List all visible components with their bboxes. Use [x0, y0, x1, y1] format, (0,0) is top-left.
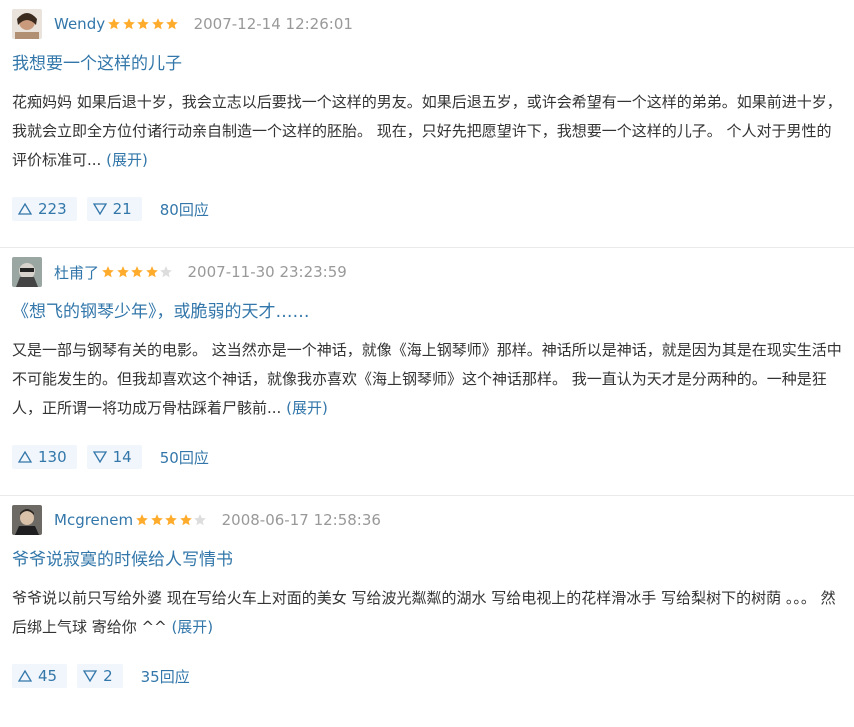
star-filled-icon [145, 266, 158, 278]
review-body-text: 爷爷说以前只写给外婆 现在写给火车上对面的美女 写给波光粼粼的湖水 写给电视上的… [12, 589, 836, 636]
expand-link[interactable]: (展开) [171, 618, 213, 636]
star-empty-icon [194, 514, 206, 526]
star-empty-icon [160, 266, 172, 278]
thumb-down-icon [83, 670, 98, 682]
thumb-down-icon [92, 451, 107, 463]
upvote-button[interactable]: 223 [12, 197, 77, 221]
review-title[interactable]: 爷爷说寂寞的时候给人写情书 [12, 548, 842, 572]
review-body-text: 又是一部与钢琴有关的电影。 这当然亦是一个神话，就像《海上钢琴师》那样。神话所以… [12, 341, 842, 417]
thumb-up-icon [18, 670, 32, 682]
review-header: 杜甫了 2007-11-30 23:23:59 [12, 248, 842, 287]
star-filled-icon [136, 514, 148, 526]
review-item: Wendy 2007-12-14 12:26:01 我想要一个这样的儿子 花痴妈… [0, 0, 854, 221]
star-filled-icon [179, 514, 192, 526]
expand-link[interactable]: (展开) [106, 151, 148, 169]
replies-link[interactable]: 80回应 [160, 199, 209, 220]
thumb-up-icon [18, 451, 32, 463]
downvote-count: 2 [103, 667, 113, 685]
star-filled-icon [116, 266, 129, 278]
review-time: 2007-12-14 12:26:01 [193, 15, 353, 33]
review-title[interactable]: 我想要一个这样的儿子 [12, 52, 842, 76]
star-filled-icon [150, 514, 163, 526]
star-filled-icon [122, 18, 135, 30]
downvote-count: 14 [112, 448, 132, 466]
username-link[interactable]: Wendy [54, 15, 105, 33]
star-filled-icon [151, 18, 164, 30]
upvote-button[interactable]: 45 [12, 664, 68, 688]
username-link[interactable]: Mcgrenem [54, 511, 133, 529]
upvote-button[interactable]: 130 [12, 445, 77, 469]
review-item: 杜甫了 2007-11-30 23:23:59 《想飞的钢琴少年》，或脆弱的天才… [0, 247, 854, 469]
rating-stars [101, 265, 174, 279]
star-filled-icon [166, 18, 178, 30]
downvote-count: 21 [112, 200, 132, 218]
review-actions: 130 14 50回应 [12, 445, 842, 469]
review-header: Wendy 2007-12-14 12:26:01 [12, 0, 842, 39]
star-filled-icon [165, 514, 177, 526]
review-list: Wendy 2007-12-14 12:26:01 我想要一个这样的儿子 花痴妈… [0, 0, 854, 688]
review-excerpt: 花痴妈妈 如果后退十岁，我会立志以后要找一个这样的男友。如果后退五岁，或许会希望… [12, 88, 842, 175]
upvote-count: 130 [38, 448, 67, 466]
thumb-down-icon [92, 203, 107, 215]
username-link[interactable]: 杜甫了 [54, 262, 99, 283]
review-item: Mcgrenem 2008-06-17 12:58:36 爷爷说寂寞的时候给人写… [0, 495, 854, 688]
replies-link[interactable]: 35回应 [141, 666, 190, 687]
rating-stars [107, 17, 180, 31]
star-filled-icon [108, 18, 120, 30]
thumb-up-icon [18, 203, 32, 215]
replies-link[interactable]: 50回应 [160, 447, 209, 468]
review-time: 2007-11-30 23:23:59 [187, 263, 347, 281]
review-title[interactable]: 《想飞的钢琴少年》，或脆弱的天才…… [12, 300, 842, 324]
user-avatar[interactable] [12, 257, 42, 287]
star-filled-icon [131, 266, 143, 278]
expand-link[interactable]: (展开) [286, 399, 328, 417]
star-filled-icon [137, 18, 149, 30]
user-avatar[interactable] [12, 505, 42, 535]
star-filled-icon [102, 266, 114, 278]
downvote-button[interactable]: 14 [86, 445, 142, 469]
review-header: Mcgrenem 2008-06-17 12:58:36 [12, 496, 842, 535]
review-time: 2008-06-17 12:58:36 [221, 511, 381, 529]
upvote-count: 223 [38, 200, 67, 218]
review-excerpt: 爷爷说以前只写给外婆 现在写给火车上对面的美女 写给波光粼粼的湖水 写给电视上的… [12, 584, 842, 642]
downvote-button[interactable]: 2 [77, 664, 123, 688]
upvote-count: 45 [38, 667, 58, 685]
user-avatar[interactable] [12, 9, 42, 39]
review-excerpt: 又是一部与钢琴有关的电影。 这当然亦是一个神话，就像《海上钢琴师》那样。神话所以… [12, 336, 842, 423]
downvote-button[interactable]: 21 [86, 197, 142, 221]
rating-stars [135, 513, 208, 527]
review-actions: 223 21 80回应 [12, 197, 842, 221]
review-actions: 45 2 35回应 [12, 664, 842, 688]
